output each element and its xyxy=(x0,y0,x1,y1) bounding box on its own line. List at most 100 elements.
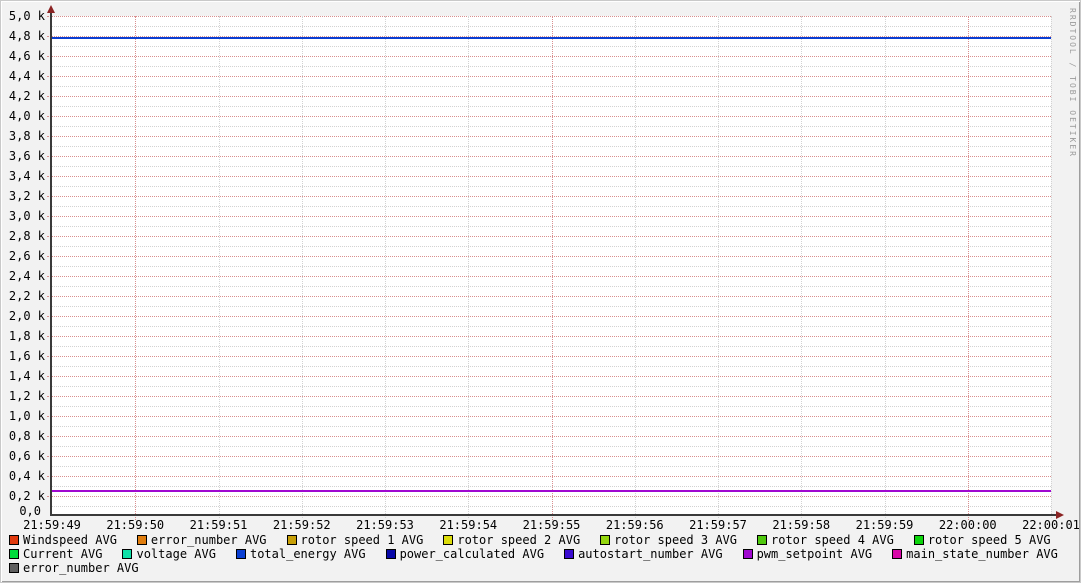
y-tick-label: 3,6 k xyxy=(8,149,45,163)
legend-item-label: error_number AVG xyxy=(150,533,267,547)
major-h-gridline xyxy=(47,356,1051,357)
minor-h-gridline xyxy=(51,146,1051,147)
legend-item: rotor speed 1 AVG xyxy=(286,533,424,547)
legend-swatch-icon xyxy=(757,535,767,545)
major-h-gridline xyxy=(47,76,1051,77)
legend-item-label: Current AVG xyxy=(23,547,103,561)
minor-v-gridline xyxy=(801,16,802,518)
y-tick-label: 1,0 k xyxy=(8,409,45,423)
legend-item-label: autostart_number AVG xyxy=(578,547,723,561)
major-h-gridline xyxy=(47,16,1051,17)
major-h-gridline xyxy=(47,296,1051,297)
y-tick-label: 0,6 k xyxy=(8,449,45,463)
minor-v-gridline xyxy=(1051,16,1052,518)
major-h-gridline xyxy=(47,96,1051,97)
minor-h-gridline xyxy=(51,26,1051,27)
legend-item: Current AVG xyxy=(9,547,102,561)
y-tick-label: 3,2 k xyxy=(8,189,45,203)
major-h-gridline xyxy=(47,236,1051,237)
legend-item: error_number AVG xyxy=(9,561,139,575)
series-line-pwm-setpoint-avg xyxy=(52,489,1051,492)
minor-h-gridline xyxy=(51,306,1051,307)
x-tick-label: 21:59:58 xyxy=(772,518,831,532)
legend-item: total_energy AVG xyxy=(235,547,366,561)
major-h-gridline xyxy=(47,476,1051,477)
y-tick-label: 3,0 k xyxy=(8,209,45,223)
legend-swatch-icon xyxy=(286,535,297,545)
legend-item-label: error_number AVG xyxy=(23,561,139,575)
legend-item-label: Windspeed AVG xyxy=(23,533,117,547)
minor-h-gridline xyxy=(51,246,1051,247)
minor-h-gridline xyxy=(51,206,1051,207)
major-h-gridline xyxy=(47,316,1051,317)
major-h-gridline xyxy=(47,396,1051,397)
minor-h-gridline xyxy=(51,506,1051,507)
x-tick-label: 21:59:59 xyxy=(855,518,914,532)
y-axis-arrow-icon xyxy=(47,5,55,13)
major-h-gridline xyxy=(47,56,1051,57)
legend-item: Windspeed AVG xyxy=(9,533,117,547)
legend-swatch-icon xyxy=(9,563,19,573)
legend-item-label: total_energy AVG xyxy=(249,547,366,561)
major-h-gridline xyxy=(47,416,1051,417)
minor-h-gridline xyxy=(51,446,1051,447)
y-tick-label: 0,4 k xyxy=(8,469,45,483)
minor-h-gridline xyxy=(51,386,1051,387)
y-tick-label: 3,4 k xyxy=(8,169,45,183)
minor-v-gridline xyxy=(468,16,469,518)
minor-h-gridline xyxy=(51,466,1051,467)
legend-swatch-icon xyxy=(385,549,396,559)
x-tick-label: 21:59:49 xyxy=(23,518,81,532)
minor-h-gridline xyxy=(51,486,1051,487)
y-tick-label: 3,8 k xyxy=(8,129,45,143)
minor-v-gridline xyxy=(718,16,719,518)
major-h-gridline xyxy=(47,496,1051,497)
y-origin-label: 0,0 xyxy=(19,504,41,518)
legend-swatch-icon xyxy=(122,549,133,559)
minor-h-gridline xyxy=(51,406,1051,407)
legend-item: rotor speed 2 AVG xyxy=(443,533,580,547)
minor-h-gridline xyxy=(51,166,1051,167)
legend-row: error_number AVG xyxy=(9,561,1078,575)
major-h-gridline xyxy=(47,376,1051,377)
major-h-gridline xyxy=(47,436,1051,437)
legend-swatch-icon xyxy=(600,535,611,545)
major-v-gridline xyxy=(135,16,136,520)
y-tick-label: 1,6 k xyxy=(8,349,45,363)
major-h-gridline xyxy=(47,116,1051,117)
x-tick-label: 22:00:00 xyxy=(938,518,997,532)
x-tick-label: 21:59:56 xyxy=(605,518,664,532)
legend-swatch-icon xyxy=(136,535,147,545)
minor-h-gridline xyxy=(51,266,1051,267)
x-tick-label: 21:59:57 xyxy=(689,518,747,532)
legend-item-label: rotor speed 4 AVG xyxy=(771,533,894,547)
y-tick-label: 2,0 k xyxy=(8,309,45,323)
legend-swatch-icon xyxy=(913,535,924,545)
y-tick-label: 2,2 k xyxy=(8,289,45,303)
legend-swatch-icon xyxy=(9,549,19,559)
minor-v-gridline xyxy=(219,16,220,518)
y-tick-label: 1,8 k xyxy=(8,329,45,343)
legend-item: rotor speed 4 AVG xyxy=(757,533,894,547)
y-tick-label: 2,4 k xyxy=(8,269,45,283)
x-tick-label: 21:59:51 xyxy=(189,518,248,532)
legend-item: rotor speed 5 AVG xyxy=(913,533,1051,547)
x-tick-label: 21:59:54 xyxy=(439,518,498,532)
major-h-gridline xyxy=(47,336,1051,337)
rrdtool-graph: 0,2 k 0,4 k 0,6 k 0,8 k 1,0 k 1,2 k 1,4 k 1,6 k… xyxy=(0,0,1081,583)
major-h-gridline xyxy=(47,136,1051,137)
legend-swatch-icon xyxy=(564,549,575,559)
x-tick-label: 21:59:50 xyxy=(106,518,165,532)
minor-v-gridline xyxy=(302,16,303,518)
minor-h-gridline xyxy=(51,286,1051,287)
minor-h-gridline xyxy=(51,366,1051,367)
legend-item-label: rotor speed 1 AVG xyxy=(300,533,424,547)
minor-h-gridline xyxy=(51,326,1051,327)
y-tick-label: 4,0 k xyxy=(8,109,45,123)
major-h-gridline xyxy=(47,456,1051,457)
major-h-gridline xyxy=(47,276,1051,277)
minor-h-gridline xyxy=(51,46,1051,47)
y-tick-label: 1,4 k xyxy=(8,369,45,383)
y-tick-label: 2,6 k xyxy=(8,249,45,263)
legend: Windspeed AVG error_number AVG rotor speed… xyxy=(9,533,1078,575)
